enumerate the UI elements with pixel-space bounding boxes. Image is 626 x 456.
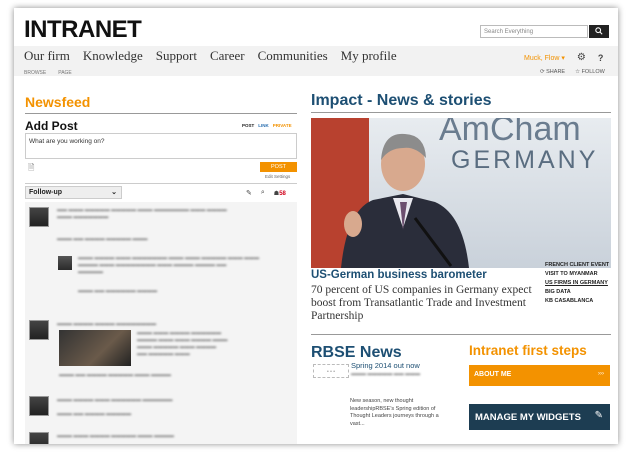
- nav-item-communities[interactable]: Communities: [258, 48, 328, 64]
- post-composer[interactable]: What are you working on?: [25, 133, 297, 159]
- feed-reply-actions: ▬▬▬ ▬▬ ▬▬▬▬▬▬ ▬▬▬▬: [78, 288, 158, 294]
- edit-settings-link[interactable]: Edit Settings: [265, 174, 290, 179]
- notification-badge[interactable]: ☗58: [274, 190, 286, 197]
- nav-item-support[interactable]: Support: [156, 48, 197, 64]
- manage-widgets-button[interactable]: MANAGE MY WIDGETS ✎: [469, 404, 610, 430]
- nav-item-my-profile[interactable]: My profile: [341, 48, 397, 64]
- user-utility-nav: Muck, Flow ▾ ⚙ ?: [524, 52, 603, 63]
- subnav-browse[interactable]: BROWSE: [24, 70, 46, 76]
- feed-item-text: ▬▬▬ ▬▬▬▬ ▬▬▬ ▬▬▬▬▬▬ ▬▬▬▬▬▬: [57, 397, 173, 403]
- feed-tools: ✎ ⌕ ☗58: [246, 189, 286, 197]
- arrow-right-icon: ›››: [598, 371, 604, 377]
- nav-item-knowledge[interactable]: Knowledge: [83, 48, 143, 64]
- feed-item[interactable]: ▬▬▬ ▬▬▬▬ ▬▬▬▬ ▬▬▬▬▬▬▬▬ ▬▬▬ ▬▬▬ ▬▬▬▬ ▬▬▬▬…: [29, 320, 294, 384]
- side-link-big-data[interactable]: BIG DATA: [545, 288, 609, 297]
- newsfeed-title: Newsfeed: [25, 94, 91, 110]
- side-link-visit-to-myanmar[interactable]: VISIT TO MYANMAR: [545, 270, 609, 279]
- user-menu[interactable]: Muck, Flow ▾: [524, 54, 565, 62]
- impact-summary: 70 percent of US companies in Germany ex…: [311, 284, 532, 322]
- feed-video-desc: ▬▬▬ ▬▬▬ ▬▬▬▬ ▬▬▬▬▬▬ ▬▬▬▬ ▬▬▬ ▬▬▬ ▬▬▬▬ ▬▬▬…: [137, 330, 228, 357]
- impact-title: Impact - News & stories: [311, 92, 492, 109]
- first-steps-title: Intranet first steps: [469, 343, 587, 358]
- rbse-news-meta: ▬▬▬ ▬▬▬▬▬ ▬▬ ▬▬▬: [351, 371, 421, 377]
- impact-headline[interactable]: US-German business barometer: [311, 269, 487, 281]
- search-icon: [595, 27, 603, 35]
- impact-side-links: FRENCH CLIENT EVENT VISIT TO MYANMAR US …: [545, 261, 609, 306]
- manage-widgets-label: MANAGE MY WIDGETS: [475, 412, 581, 423]
- feed-video-thumbnail[interactable]: [59, 330, 131, 366]
- hero-image[interactable]: AmCham GERMANY: [311, 118, 611, 268]
- share-button[interactable]: ⟳ SHARE: [540, 69, 565, 75]
- feed-item-text: ▬▬▬ ▬▬▬ ▬▬▬▬ ▬▬▬▬▬ ▬▬▬ ▬▬▬▬: [57, 433, 174, 439]
- rbse-news-title: RBSE News: [311, 344, 402, 361]
- nav-item-career[interactable]: Career: [210, 48, 245, 64]
- avatar: [29, 320, 49, 340]
- avatar: [29, 396, 49, 416]
- pencil-icon: ✎: [594, 410, 603, 421]
- site-logo[interactable]: INTRANET: [24, 16, 142, 44]
- rbse-news-excerpt: New season, new thought leadershipRBSE's…: [350, 398, 439, 427]
- impact-bottom-divider: [311, 334, 611, 335]
- search-input[interactable]: Search Everything: [480, 25, 588, 38]
- about-me-label: ABOUT ME: [474, 371, 512, 378]
- about-me-button[interactable]: ABOUT ME ›››: [469, 365, 610, 386]
- feed-item-actions: ▬▬▬ ▬▬ ▬▬▬▬ ▬▬▬▬▬ ▬▬▬: [57, 236, 148, 242]
- composer-divider: [25, 183, 297, 184]
- search-button[interactable]: [589, 25, 609, 38]
- avatar: [29, 432, 49, 444]
- sub-nav: BROWSE PAGE: [24, 70, 72, 76]
- feed-item[interactable]: ▬▬▬ ▬▬▬ ▬▬▬▬ ▬▬▬▬▬ ▬▬▬ ▬▬▬▬: [29, 432, 294, 444]
- newsfeed-divider: [25, 113, 297, 114]
- avatar: [58, 256, 72, 270]
- nav-item-our-firm[interactable]: Our firm: [24, 48, 70, 64]
- follow-button[interactable]: ☆ FOLLOW: [575, 69, 605, 75]
- tab-link[interactable]: LINK: [258, 123, 269, 128]
- feed-item-text: ▬▬ ▬▬▬ ▬▬▬▬▬ ▬▬▬▬▬ ▬▬▬ ▬▬▬▬▬▬▬ ▬▬▬ ▬▬▬▬ ▬…: [57, 207, 227, 220]
- hero-speaker-illustration: [341, 133, 469, 268]
- pin-icon[interactable]: ✎: [246, 189, 252, 197]
- rbse-news-item-title[interactable]: Spring 2014 out now: [351, 361, 420, 370]
- subnav-page[interactable]: PAGE: [58, 70, 72, 76]
- help-icon[interactable]: ?: [598, 53, 604, 63]
- attachment-icon[interactable]: 🗎: [28, 162, 34, 176]
- feed-item-actions: ▬▬▬ ▬▬ ▬▬▬▬ ▬▬▬▬▬ ▬▬▬ ▬▬▬▬: [59, 372, 171, 378]
- add-post-title: Add Post: [25, 119, 78, 133]
- badge-count: 58: [279, 190, 286, 197]
- feed-item[interactable]: ▬▬ ▬▬▬ ▬▬▬▬▬ ▬▬▬▬▬ ▬▬▬ ▬▬▬▬▬▬▬ ▬▬▬ ▬▬▬▬ ▬…: [29, 206, 294, 250]
- intranet-page: INTRANET Search Everything Our firm Know…: [14, 8, 618, 444]
- feed-filter-select[interactable]: Follow-up ⌄: [25, 186, 122, 199]
- feed-reply[interactable]: ▬▬▬ ▬▬▬▬ ▬▬▬ ▬▬▬▬▬▬▬ ▬▬▬ ▬▬▬ ▬▬▬▬▬ ▬▬▬ ▬…: [58, 254, 294, 304]
- search-feed-icon[interactable]: ⌕: [261, 189, 265, 197]
- feed-item-actions: ▬▬▬ ▬▬ ▬▬▬▬ ▬▬▬▬▬: [57, 411, 132, 417]
- tab-private[interactable]: PRIVATE: [273, 123, 292, 128]
- user-name: Muck, Flow: [524, 54, 560, 62]
- rbse-news-thumbnail[interactable]: • • •: [313, 364, 349, 378]
- feed-reply-text: ▬▬▬ ▬▬▬▬ ▬▬▬ ▬▬▬▬▬▬▬ ▬▬▬ ▬▬▬ ▬▬▬▬▬ ▬▬▬ ▬…: [78, 255, 260, 275]
- share-follow-row: ⟳ SHARE ☆ FOLLOW: [540, 69, 605, 75]
- post-button[interactable]: POST: [260, 162, 297, 172]
- post-tabs: POST LINK PRIVATE: [242, 123, 292, 128]
- feed-item[interactable]: ▬▬▬ ▬▬▬▬ ▬▬▬ ▬▬▬▬▬▬ ▬▬▬▬▬▬ ▬▬▬ ▬▬ ▬▬▬▬ ▬…: [29, 396, 294, 426]
- side-link-kb-casablanca[interactable]: KB CASABLANCA: [545, 297, 609, 306]
- side-link-french-client-event[interactable]: FRENCH CLIENT EVENT: [545, 261, 609, 270]
- avatar: [29, 207, 49, 227]
- chevron-down-icon: ⌄: [111, 189, 117, 196]
- follow-label: FOLLOW: [581, 69, 605, 75]
- side-link-us-firms-in-germany[interactable]: US FIRMS IN GERMANY: [545, 279, 609, 288]
- feed-item-text: ▬▬▬ ▬▬▬▬ ▬▬▬▬ ▬▬▬▬▬▬▬▬: [57, 321, 157, 327]
- share-label: SHARE: [546, 69, 566, 75]
- feed-filter-value: Follow-up: [29, 189, 63, 196]
- impact-divider: [311, 112, 611, 113]
- tab-post[interactable]: POST: [242, 123, 254, 128]
- settings-icon[interactable]: ⚙: [577, 52, 586, 63]
- main-nav: Our firm Knowledge Support Career Commun…: [24, 48, 397, 64]
